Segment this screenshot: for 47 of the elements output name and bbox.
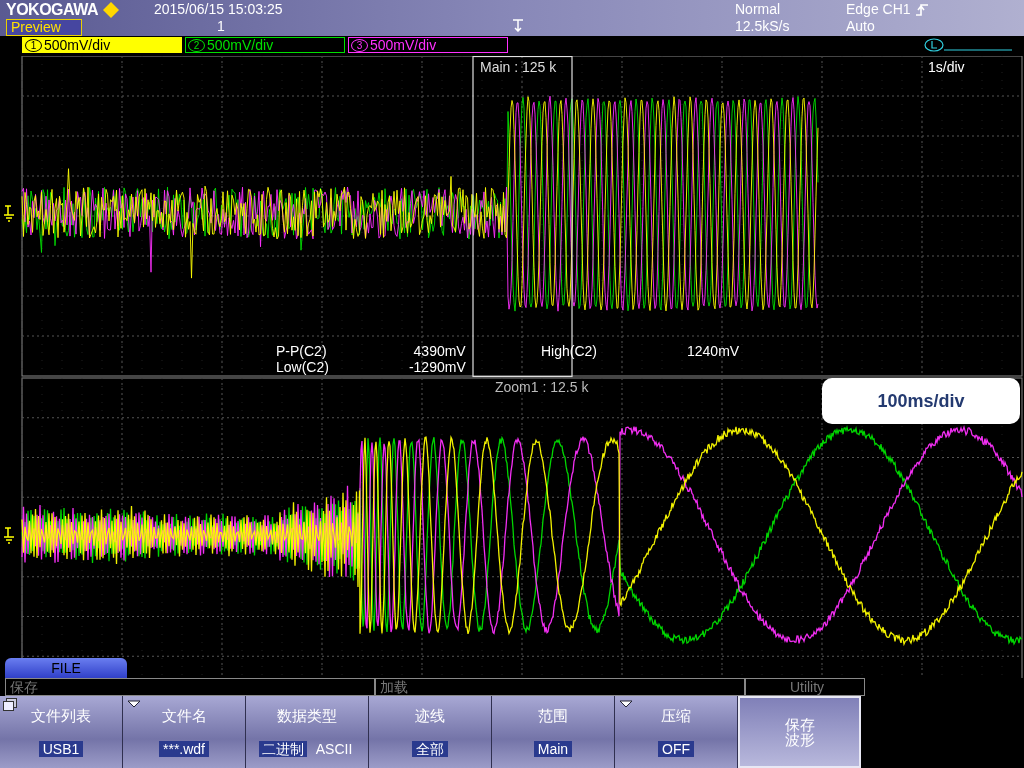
softkey-value: ***.wdf [159,740,209,757]
ground-level-icon [3,527,15,544]
channel-scale-label[interactable]: 2 500mV/div [185,37,345,53]
softkey-value: OFF [658,740,694,757]
menu-title-tab[interactable]: FILE [5,658,127,678]
trigger-setting: Edge CH1 [846,1,911,18]
softkey-button[interactable]: 范围 Main [492,696,615,768]
menu-tab[interactable]: 保存 [5,678,375,696]
trigger-position-icon [512,18,524,32]
softkey-value: 全部 [412,740,448,757]
timebase-label: 1s/div [928,59,965,75]
softkey-button[interactable]: 迹线 全部 [369,696,492,768]
channel-scale-label[interactable]: 3 500mV/div [348,37,508,53]
acquisition-mode: Normal [735,1,782,18]
channel-scale-label[interactable]: 1 500mV/div [22,37,182,53]
zoom-position-icon [924,38,1014,52]
measurement-value: -1290mV [408,359,466,375]
measurement-value: 1240mV [687,343,740,359]
trigger-mode: Auto [846,18,876,35]
acquisition-count: 1 [216,18,226,35]
softkey-button[interactable]: 文件列表 USB1 [0,696,123,768]
measurement-name: P-P(C2) [276,343,328,359]
measurement-name: High(C2) [541,343,597,359]
zoom-window-label: Zoom1 : 12.5 k [495,379,589,395]
softkey-button[interactable]: 数据类型 二进制 ASCII [246,696,369,768]
softkey-value: USB1 [38,740,84,757]
menu-tab[interactable]: 加载 [375,678,745,696]
caret-icon [619,700,633,708]
sample-rate: 12.5kS/s [735,18,791,35]
main-window-label: Main : 125 k [480,59,557,75]
mode-badge: Preview [6,18,82,36]
rising-edge-icon [914,2,929,17]
option-item[interactable]: ASCII [312,740,356,757]
softkey-button[interactable]: 文件名 ***.wdf [123,696,246,768]
zoom-timebase-label: 100ms/div [822,378,1020,424]
measurement-name: Low(C2) [276,359,329,375]
list-icon [3,698,17,711]
brand-logo: YOKOGAWA [6,1,98,18]
option-item[interactable]: 二进制 [258,740,307,757]
measurement-value: 4390mV [412,343,466,359]
softkey-value: Main [533,740,573,757]
menu-tab[interactable]: Utility [745,678,865,696]
caret-icon [127,700,141,708]
ground-level-icon [3,205,15,222]
date-time: 2015/06/15 15:03:25 [154,1,284,18]
diamond-icon [102,0,120,19]
softkey-button[interactable]: 压缩 OFF [615,696,738,768]
